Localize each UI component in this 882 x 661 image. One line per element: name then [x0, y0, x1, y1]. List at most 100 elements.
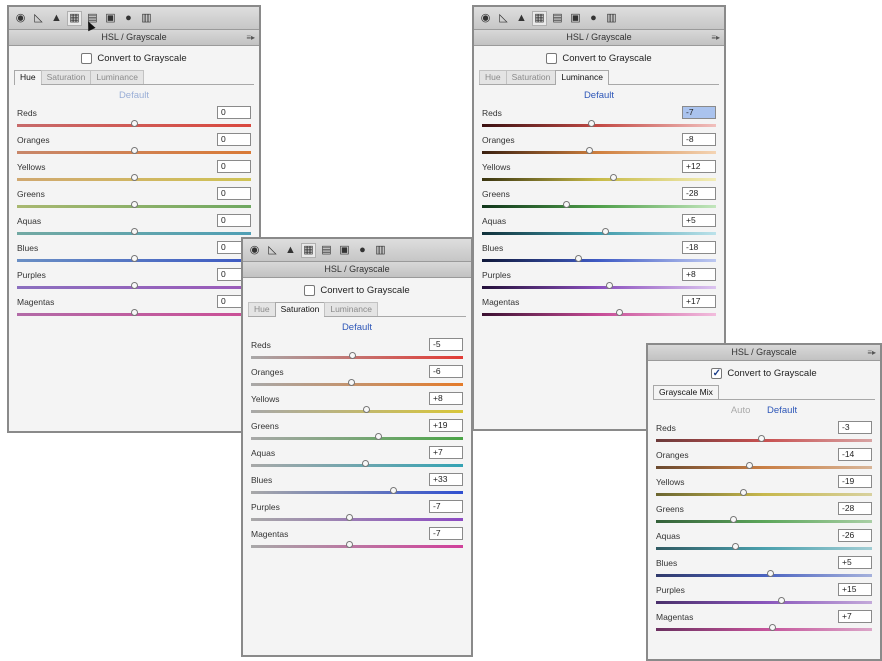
slider-value-field[interactable]: -7	[682, 106, 716, 119]
detail-icon[interactable]: ▲	[284, 244, 297, 257]
slider-thumb[interactable]	[766, 570, 774, 577]
slider-value-field[interactable]: 0	[217, 160, 251, 173]
slider-thumb[interactable]	[757, 435, 765, 442]
slider-value-field[interactable]: +15	[838, 583, 872, 596]
tab-luminance[interactable]: Luminance	[90, 70, 144, 84]
slider-thumb[interactable]	[348, 352, 356, 359]
slider-track[interactable]	[251, 491, 463, 494]
basic-icon[interactable]: ◉	[248, 244, 261, 257]
basic-icon[interactable]: ◉	[479, 12, 492, 25]
slider-value-field[interactable]: -3	[838, 421, 872, 434]
slider-value-field[interactable]: 0	[217, 106, 251, 119]
default-link[interactable]: Default	[584, 90, 614, 101]
slider-thumb[interactable]	[389, 487, 397, 494]
slider-thumb[interactable]	[745, 462, 753, 469]
detail-icon[interactable]: ▲	[515, 12, 528, 25]
detail-icon[interactable]: ▲	[50, 12, 63, 25]
convert-to-grayscale-row[interactable]: Convert to Grayscale	[9, 46, 259, 70]
lens-icon[interactable]: ▣	[569, 12, 582, 25]
slider-value-field[interactable]: 0	[217, 133, 251, 146]
slider-thumb[interactable]	[777, 597, 785, 604]
slider-value-field[interactable]: -28	[838, 502, 872, 515]
effects-icon[interactable]: ●	[587, 12, 600, 25]
slider-track[interactable]	[251, 518, 463, 521]
slider-value-field[interactable]: -5	[429, 338, 463, 351]
slider-track[interactable]	[656, 601, 872, 604]
split-toning-icon[interactable]: ▤	[551, 12, 564, 25]
hsl-icon[interactable]: ▦	[301, 242, 316, 258]
slider-track[interactable]	[482, 259, 716, 262]
tab-saturation[interactable]: Saturation	[274, 302, 326, 317]
panel-menu-icon[interactable]: ≡▸	[711, 30, 720, 45]
slider-track[interactable]	[482, 313, 716, 316]
convert-to-grayscale-checkbox[interactable]	[304, 285, 316, 296]
slider-thumb[interactable]	[131, 120, 138, 127]
tab-hue[interactable]: Hue	[14, 70, 42, 85]
slider-value-field[interactable]: +5	[838, 556, 872, 569]
slider-thumb[interactable]	[768, 624, 776, 631]
slider-value-field[interactable]: -18	[682, 241, 716, 254]
convert-to-grayscale-row[interactable]: Convert to Grayscale	[474, 46, 724, 70]
tab-luminance[interactable]: Luminance	[324, 302, 378, 316]
slider-value-field[interactable]: -28	[682, 187, 716, 200]
slider-value-field[interactable]: +5	[682, 214, 716, 227]
slider-value-field[interactable]: -14	[838, 448, 872, 461]
basic-icon[interactable]: ◉	[14, 12, 27, 25]
lens-icon[interactable]: ▣	[338, 244, 351, 257]
slider-value-field[interactable]: +7	[838, 610, 872, 623]
effects-icon[interactable]: ●	[356, 244, 369, 257]
panel-menu-icon[interactable]: ≡▸	[246, 30, 255, 45]
slider-value-field[interactable]: -7	[429, 527, 463, 540]
slider-thumb[interactable]	[131, 309, 138, 316]
tone-curve-icon[interactable]: ◺	[497, 12, 510, 25]
slider-track[interactable]	[482, 205, 716, 208]
hsl-icon[interactable]: ▦	[67, 10, 82, 26]
convert-to-grayscale-row[interactable]: ✓ Convert to Grayscale	[648, 361, 880, 385]
slider-value-field[interactable]: +19	[429, 419, 463, 432]
slider-thumb[interactable]	[361, 460, 369, 467]
slider-track[interactable]	[656, 466, 872, 469]
tone-curve-icon[interactable]: ◺	[266, 244, 279, 257]
slider-track[interactable]	[251, 383, 463, 386]
slider-thumb[interactable]	[131, 282, 138, 289]
slider-thumb[interactable]	[601, 228, 609, 235]
slider-value-field[interactable]: -7	[429, 500, 463, 513]
slider-value-field[interactable]: -8	[682, 133, 716, 146]
convert-to-grayscale-checkbox[interactable]	[81, 53, 93, 64]
slider-thumb[interactable]	[587, 120, 595, 127]
slider-track[interactable]	[656, 628, 872, 631]
tab-saturation[interactable]: Saturation	[40, 70, 92, 84]
tab-grayscale-mix[interactable]: Grayscale Mix	[653, 385, 719, 399]
panel-menu-icon[interactable]: ≡▸	[867, 345, 876, 360]
slider-track[interactable]	[482, 232, 716, 235]
slider-thumb[interactable]	[131, 174, 138, 181]
slider-track[interactable]	[251, 410, 463, 413]
slider-track[interactable]	[656, 493, 872, 496]
calibration-icon[interactable]: ▥	[140, 12, 153, 25]
slider-track[interactable]	[482, 286, 716, 289]
tab-hue[interactable]: Hue	[248, 302, 276, 316]
slider-thumb[interactable]	[574, 255, 582, 262]
calibration-icon[interactable]: ▥	[374, 244, 387, 257]
default-link[interactable]: Default	[767, 405, 797, 416]
slider-value-field[interactable]: +33	[429, 473, 463, 486]
auto-link[interactable]: Auto	[731, 405, 751, 416]
slider-track[interactable]	[656, 574, 872, 577]
slider-value-field[interactable]: +8	[682, 268, 716, 281]
slider-track[interactable]	[251, 437, 463, 440]
slider-track[interactable]	[656, 520, 872, 523]
slider-track[interactable]	[482, 178, 716, 181]
slider-thumb[interactable]	[362, 406, 370, 413]
convert-to-grayscale-row[interactable]: Convert to Grayscale	[243, 278, 471, 302]
effects-icon[interactable]: ●	[122, 12, 135, 25]
slider-track[interactable]	[251, 356, 463, 359]
slider-track[interactable]	[251, 464, 463, 467]
tone-curve-icon[interactable]: ◺	[32, 12, 45, 25]
lens-icon[interactable]: ▣	[104, 12, 117, 25]
slider-thumb[interactable]	[347, 379, 355, 386]
slider-thumb[interactable]	[562, 201, 570, 208]
slider-thumb[interactable]	[131, 147, 138, 154]
slider-track[interactable]	[656, 547, 872, 550]
slider-value-field[interactable]: +7	[429, 446, 463, 459]
slider-value-field[interactable]: +8	[429, 392, 463, 405]
